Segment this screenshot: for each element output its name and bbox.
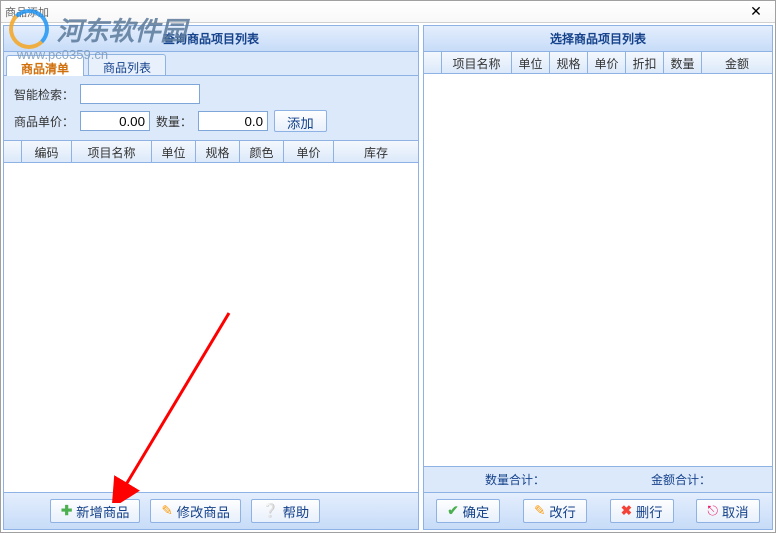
qty-input[interactable] xyxy=(198,111,268,131)
help-icon: ❔ xyxy=(262,503,279,519)
th-spec-r[interactable]: 规格 xyxy=(550,52,588,73)
tab-goods-bill[interactable]: 商品清单 xyxy=(6,55,84,76)
th-unit-r[interactable]: 单位 xyxy=(512,52,550,73)
th-price-r[interactable]: 单价 xyxy=(588,52,626,73)
close-button[interactable]: ✕ xyxy=(741,3,771,21)
th-price[interactable]: 单价 xyxy=(284,141,334,162)
right-panel-header: 选择商品项目列表 xyxy=(424,26,772,52)
th-selector-r xyxy=(424,52,442,73)
left-table-header: 编码 项目名称 单位 规格 颜色 单价 库存 xyxy=(4,141,418,163)
tabs: 商品清单 商品列表 xyxy=(4,52,418,76)
delete-row-button[interactable]: ✖ 删行 xyxy=(610,499,674,523)
qty-label: 数量： xyxy=(156,113,192,130)
th-name[interactable]: 项目名称 xyxy=(72,141,152,162)
titlebar: 商品添加 ✕ xyxy=(1,1,775,23)
cancel-label: 取消 xyxy=(722,502,749,521)
left-panel-header: 查询商品项目列表 xyxy=(4,26,418,52)
pencil-icon: ✎ xyxy=(534,503,545,519)
th-spec[interactable]: 规格 xyxy=(196,141,240,162)
right-panel: 选择商品项目列表 项目名称 单位 规格 单价 折扣 数量 金额 数量合计： 金额… xyxy=(423,25,773,530)
right-footer: ✔ 确定 ✎ 改行 ✖ 删行 ⎋ 取消 xyxy=(424,492,772,529)
delete-label: 删行 xyxy=(636,502,663,521)
smart-search-input[interactable] xyxy=(80,84,200,104)
price-label: 商品单价： xyxy=(14,113,74,130)
right-table-header: 项目名称 单位 规格 单价 折扣 数量 金额 xyxy=(424,52,772,74)
help-button[interactable]: ❔ 帮助 xyxy=(251,499,320,523)
add-button[interactable]: 添加 xyxy=(274,110,327,132)
th-qty-r[interactable]: 数量 xyxy=(664,52,702,73)
delete-icon: ✖ xyxy=(621,503,632,519)
price-input[interactable] xyxy=(80,111,150,131)
new-product-label: 新增商品 xyxy=(76,502,129,521)
th-unit[interactable]: 单位 xyxy=(152,141,196,162)
qty-total-label: 数量合计： xyxy=(432,471,598,488)
new-product-button[interactable]: ✚ 新增商品 xyxy=(50,499,140,523)
th-amount-r[interactable]: 金额 xyxy=(702,52,772,73)
right-table-body[interactable] xyxy=(424,74,772,466)
left-table-body[interactable] xyxy=(4,163,418,492)
edit-product-label: 修改商品 xyxy=(177,502,230,521)
th-code[interactable]: 编码 xyxy=(22,141,72,162)
amount-total-label: 金额合计： xyxy=(598,471,764,488)
th-stock[interactable]: 库存 xyxy=(334,141,418,162)
exit-icon: ⎋ xyxy=(707,503,718,519)
plus-icon: ✚ xyxy=(61,503,72,519)
check-icon: ✔ xyxy=(447,503,458,519)
left-panel: 查询商品项目列表 商品清单 商品列表 智能检索： 商品单价： 数量： 添加 xyxy=(3,25,419,530)
help-label: 帮助 xyxy=(283,502,310,521)
edit-product-button[interactable]: ✎ 修改商品 xyxy=(150,499,240,523)
cancel-button[interactable]: ⎋ 取消 xyxy=(696,499,759,523)
edit-icon: ✎ xyxy=(161,503,172,519)
window-title: 商品添加 xyxy=(5,4,49,20)
smart-search-label: 智能检索： xyxy=(14,86,74,103)
left-footer: ✚ 新增商品 ✎ 修改商品 ❔ 帮助 xyxy=(4,492,418,529)
th-name-r[interactable]: 项目名称 xyxy=(442,52,512,73)
tab-goods-list[interactable]: 商品列表 xyxy=(88,54,166,75)
search-area: 智能检索： 商品单价： 数量： 添加 xyxy=(4,76,418,141)
modify-label: 改行 xyxy=(549,502,576,521)
modify-row-button[interactable]: ✎ 改行 xyxy=(523,499,587,523)
totals-row: 数量合计： 金额合计： xyxy=(424,466,772,492)
th-selector xyxy=(4,141,22,162)
th-discount-r[interactable]: 折扣 xyxy=(626,52,664,73)
ok-label: 确定 xyxy=(463,502,490,521)
ok-button[interactable]: ✔ 确定 xyxy=(436,499,500,523)
th-color[interactable]: 颜色 xyxy=(240,141,284,162)
